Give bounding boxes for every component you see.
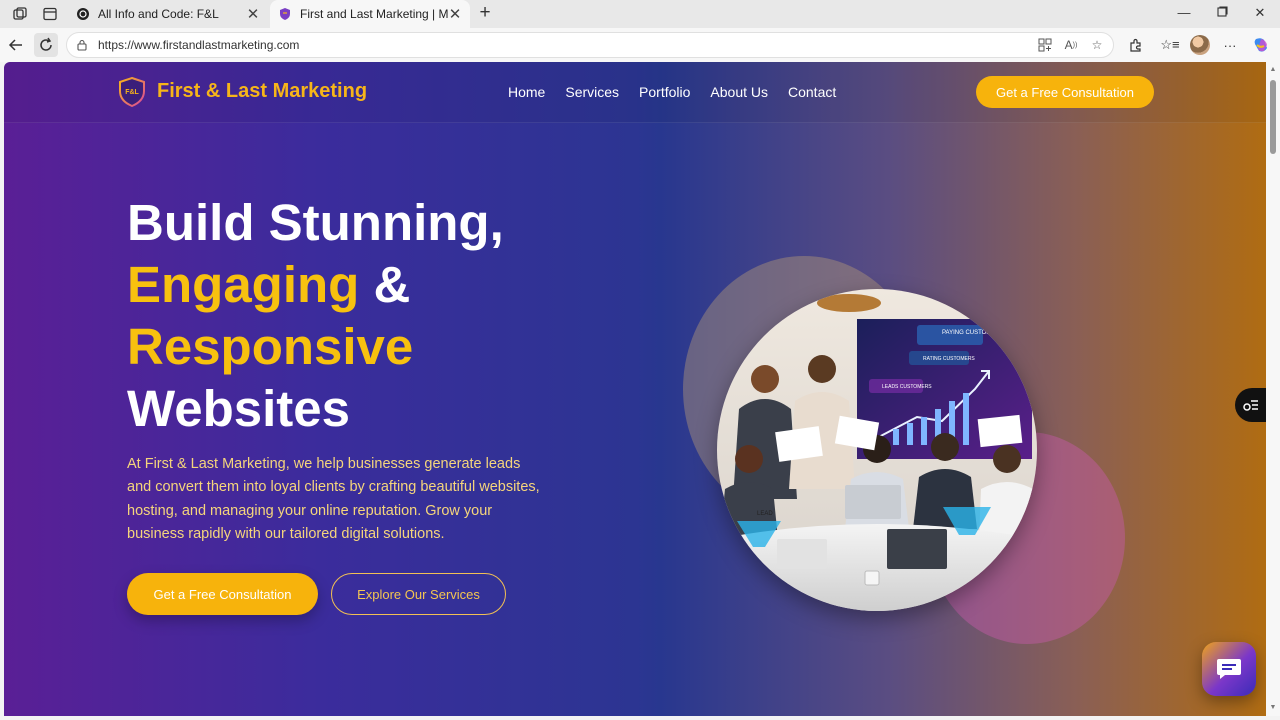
minimize-icon[interactable]: — (1173, 5, 1195, 23)
favorite-icon[interactable]: ☆ (1087, 35, 1107, 55)
favorites-icon[interactable]: ☆≡ (1160, 35, 1180, 55)
plus-icon[interactable]: + (474, 3, 496, 25)
nav-home[interactable]: Home (508, 84, 545, 100)
maximize-icon[interactable] (1211, 5, 1233, 23)
url-text[interactable]: https://www.firstandlastmarketing.com (98, 38, 1035, 52)
app-available-icon[interactable] (1035, 35, 1055, 55)
ratings-customers-label: RATING CUSTOMERS (923, 356, 975, 362)
favicon-icon (280, 8, 290, 20)
workspaces-icon[interactable] (9, 4, 31, 24)
reload-icon[interactable] (34, 33, 58, 57)
hero-consultation-button[interactable]: Get a Free Consultation (127, 573, 318, 615)
close-icon[interactable]: ✕ (246, 5, 260, 23)
lock-icon[interactable] (76, 39, 88, 51)
hero-team-image: PAYING CUSTOMERS RATING CUSTOMERS LEADS … (717, 289, 1037, 611)
scroll-up-icon[interactable]: ▲ (1269, 66, 1277, 74)
chat-widget-button[interactable] (1202, 642, 1256, 696)
lead-label: LEAD (757, 511, 773, 517)
hero-title-line-3: Responsive (127, 318, 414, 375)
hero-title-line-1: Build Stunning, (127, 194, 504, 251)
explore-services-button[interactable]: Explore Our Services (331, 573, 506, 615)
logo-shield-icon[interactable]: F&L (118, 77, 146, 107)
hero-accent-engaging: Engaging (127, 256, 360, 313)
address-bar[interactable]: https://www.firstandlastmarketing.com A)… (66, 32, 1114, 58)
copilot-icon[interactable] (1251, 35, 1271, 55)
site-header: F&L First & Last Marketing Home Services… (4, 62, 1266, 123)
tab-first-and-last[interactable]: First and Last Marketing | Missour ✕ (270, 0, 470, 28)
avatar[interactable] (1190, 35, 1210, 55)
favicon-icon (77, 8, 89, 20)
tab-bar: All Info and Code: F&L ✕ First and Last … (0, 0, 1280, 28)
close-icon[interactable]: ✕ (1249, 5, 1271, 23)
nav-contact[interactable]: Contact (788, 84, 836, 100)
hero-title-line-2: Engaging & (127, 254, 504, 316)
browser-toolbar: https://www.firstandlastmarketing.com A)… (0, 28, 1280, 62)
scroll-down-icon[interactable]: ▼ (1269, 704, 1277, 712)
extensions-icon[interactable] (1125, 35, 1145, 55)
back-icon[interactable] (5, 34, 27, 56)
logo-text[interactable]: First & Last Marketing (157, 80, 367, 103)
sidebar-toggle-button[interactable] (1235, 388, 1266, 422)
more-icon[interactable]: ··· (1220, 35, 1240, 55)
sidebar-toggle-icon (1242, 400, 1258, 411)
header-consultation-button[interactable]: Get a Free Consultation (976, 76, 1154, 108)
nav-services[interactable]: Services (565, 84, 619, 100)
tab-actions-icon[interactable] (39, 4, 61, 24)
main-nav: Home Services Portfolio About Us Contact (508, 84, 836, 100)
read-aloud-icon[interactable]: A)) (1061, 35, 1081, 55)
hero-description: At First & Last Marketing, we help busin… (127, 456, 540, 542)
chat-icon (1217, 659, 1241, 679)
scrollbar-thumb[interactable] (1270, 80, 1276, 154)
logo-badge-text: F&L (125, 89, 139, 96)
nav-about-us[interactable]: About Us (710, 84, 768, 100)
close-icon[interactable]: ✕ (448, 5, 462, 23)
hero-title: Build Stunning, Engaging & Responsive We… (127, 192, 504, 440)
tab-title: All Info and Code: F&L (98, 7, 219, 21)
page-scrollbar[interactable]: ▲ ▼ (1266, 62, 1280, 716)
paying-customers-label: PAYING CUSTOMERS (942, 330, 1004, 336)
hero-ampersand: & (359, 256, 411, 313)
leads-customers-label: LEADS CUSTOMERS (882, 384, 932, 390)
hero-title-line-4: Websites (127, 380, 350, 437)
page-viewport: F&L First & Last Marketing Home Services… (4, 62, 1266, 716)
tab-title: First and Last Marketing | Missour (300, 7, 448, 21)
nav-portfolio[interactable]: Portfolio (639, 84, 690, 100)
tab-all-info[interactable]: All Info and Code: F&L ✕ (68, 0, 268, 28)
